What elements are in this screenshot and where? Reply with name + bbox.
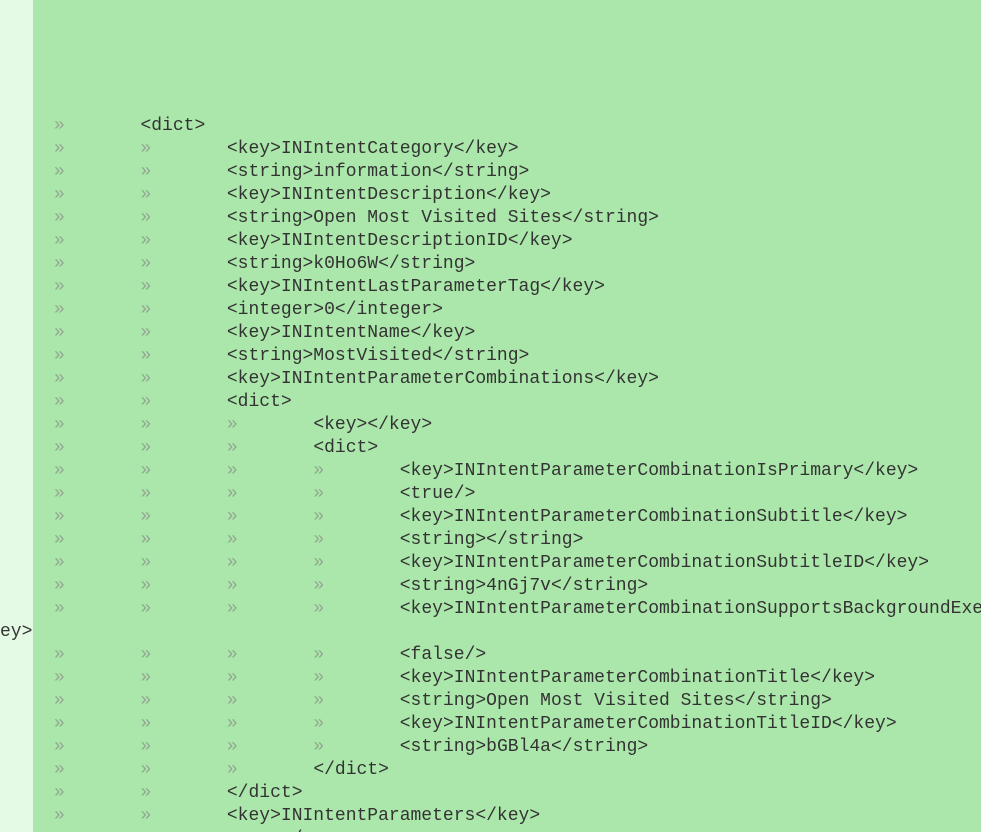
code-line: » » <key>INIntentParameterCombinations</…	[0, 369, 659, 389]
code-line: » » » » <string>4nGj7v</string>	[0, 576, 648, 596]
code-line: » » <string>Open Most Visited Sites</str…	[0, 208, 659, 228]
code-line: » » <string>k0Ho6W</string>	[0, 254, 475, 274]
code-line: » » » » <string>bGBl4a</string>	[0, 737, 648, 757]
code-line: » » » » <key>INIntentParameterCombinatio…	[0, 553, 929, 573]
code-line: » » » <dict>	[0, 438, 378, 458]
code-line: » » » » <key>INIntentParameterCombinatio…	[0, 599, 981, 619]
code-line: » » <dict>	[0, 392, 292, 412]
code-line: » » <key>INIntentParameters</key>	[0, 806, 540, 826]
code-line: » » » » <true/>	[0, 484, 475, 504]
code-line: » » <key>INIntentDescriptionID</key>	[0, 231, 573, 251]
code-line: » » » » <false/>	[0, 645, 486, 665]
code-line: » » <key>INIntentLastParameterTag</key>	[0, 277, 605, 297]
code-line: » » <string>information</string>	[0, 162, 529, 182]
code-line: » » » » <key>INIntentParameterCombinatio…	[0, 461, 918, 481]
code-line: » <dict>	[0, 116, 205, 136]
code-line: » » » </dict>	[0, 760, 389, 780]
code-line-wrap: ey>	[0, 622, 32, 642]
code-line: » » » <key></key>	[0, 415, 432, 435]
code-line: » » » » <key>INIntentParameterCombinatio…	[0, 668, 875, 688]
code-line: » » <key>INIntentName</key>	[0, 323, 475, 343]
code-line: » » » » <key>INIntentParameterCombinatio…	[0, 507, 907, 527]
code-line: » » <string>MostVisited</string>	[0, 346, 529, 366]
code-line: » » » » <key>INIntentParameterCombinatio…	[0, 714, 897, 734]
code-line: » » </dict>	[0, 783, 303, 803]
code-line: » » » » <string></string>	[0, 530, 583, 550]
code-line: » » <integer>0</integer>	[0, 300, 443, 320]
code-block: » <dict> » » <key>INIntentCategory</key>…	[0, 115, 981, 832]
code-line: » » <key>INIntentCategory</key>	[0, 139, 519, 159]
code-line: » » » » <string>Open Most Visited Sites<…	[0, 691, 832, 711]
code-line: » » <key>INIntentDescription</key>	[0, 185, 551, 205]
